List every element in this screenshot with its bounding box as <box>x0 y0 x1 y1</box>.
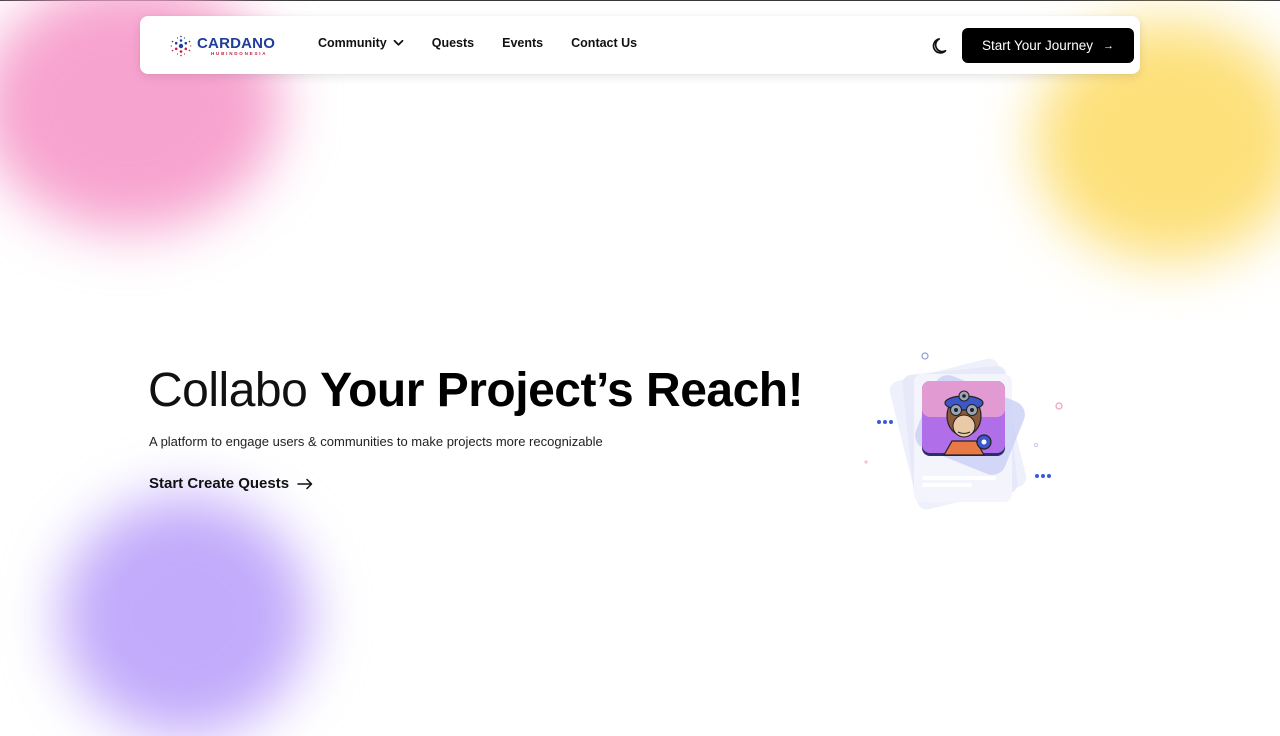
brand-tagline: HUBINDONESIA <box>211 50 268 56</box>
arrow-right-icon <box>297 478 313 489</box>
chevron-down-icon <box>393 39 404 46</box>
nav-item-events[interactable]: Events <box>502 36 543 50</box>
nav-item-community[interactable]: Community <box>318 36 404 50</box>
cta-label: Start Your Journey <box>981 38 1094 53</box>
arrow-right-icon: → <box>1103 39 1115 52</box>
hero-title-light: Collabo <box>148 364 321 417</box>
hero-link-label: Start Create Quests <box>149 475 290 492</box>
brand-logo[interactable]: CARDANO HUBINDONESIA <box>170 33 275 59</box>
hero-subtitle: A platform to engage users & communities… <box>149 434 603 449</box>
brand-name: CARDANO <box>197 34 276 52</box>
hero-title-bold: Your Project’s Reach! <box>320 364 804 417</box>
hero-title: Collabo Your Project’s Reach! <box>148 361 804 421</box>
moon-icon[interactable] <box>931 36 951 56</box>
start-create-quests-link[interactable]: Start Create Quests <box>149 475 313 492</box>
navbar: CARDANO HUBINDONESIA Community Quests Ev… <box>140 16 1140 74</box>
nav-item-label: Quests <box>431 36 475 50</box>
nav-item-label: Community <box>318 36 387 50</box>
nav-item-label: Events <box>502 36 544 50</box>
start-your-journey-button[interactable]: Start Your Journey → <box>962 28 1134 63</box>
nav-item-quests[interactable]: Quests <box>432 36 474 50</box>
nft-card-illustration <box>864 352 1063 510</box>
nav-item-contact-us[interactable]: Contact Us <box>571 36 637 50</box>
purple-gradient-blob <box>60 496 310 736</box>
cardano-logo-icon <box>170 35 192 57</box>
nav-item-label: Contact Us <box>571 36 638 50</box>
main-nav: Community Quests Events Contact Us <box>318 36 665 50</box>
